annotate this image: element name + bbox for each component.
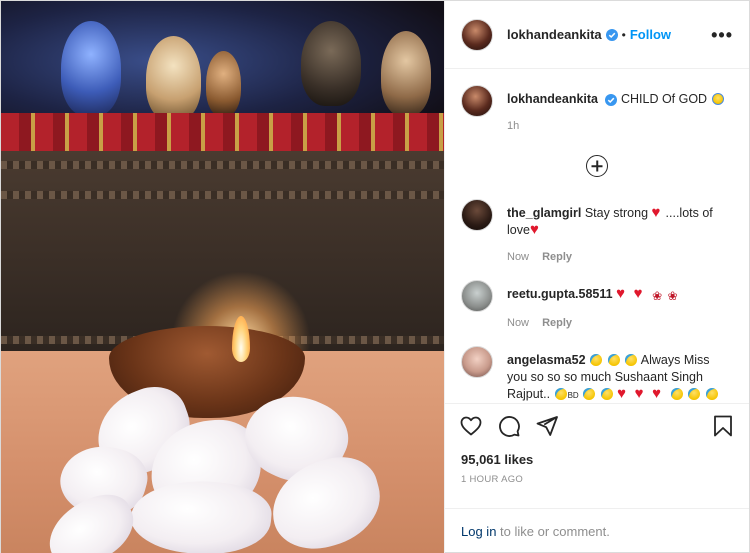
separator-dot: •: [621, 27, 626, 42]
red-heart-emoji-icon: [634, 285, 647, 302]
list-item: reetu.gupta.58511 Now Reply: [461, 280, 733, 332]
reply-button[interactable]: Reply: [542, 317, 572, 329]
likes-count[interactable]: 95,061 likes: [445, 448, 749, 470]
red-heart-emoji-icon: [616, 285, 629, 302]
post-timestamp[interactable]: 1 HOUR AGO: [445, 470, 749, 492]
smiling-face-emoji-icon: [711, 93, 724, 105]
crying-face-emoji-icon: [705, 388, 718, 400]
comment-time[interactable]: Now: [507, 317, 529, 329]
login-prompt-text: to like or comment.: [500, 524, 610, 539]
crying-face-emoji-icon: [600, 388, 613, 400]
avatar[interactable]: [461, 18, 493, 51]
red-heart-emoji-icon: [530, 221, 543, 238]
red-heart-emoji-icon: [652, 204, 665, 221]
crying-face-emoji-icon: [590, 354, 603, 366]
caption-time[interactable]: 1h: [507, 120, 519, 132]
reply-button[interactable]: Reply: [542, 251, 572, 263]
paper-plane-icon[interactable]: [535, 414, 559, 438]
caption-username[interactable]: lokhandeankita: [507, 92, 598, 106]
caption-text: CHILD Of GOD: [620, 92, 708, 106]
more-options-icon[interactable]: •••: [711, 26, 733, 44]
crying-face-emoji-icon: [607, 354, 620, 366]
login-prompt: Log in to like or comment.: [445, 508, 749, 553]
follow-button[interactable]: Follow: [630, 27, 671, 42]
action-bar: [445, 403, 749, 448]
rose-emoji-icon: [668, 288, 678, 305]
crying-face-emoji-icon: [670, 388, 683, 400]
caption: lokhandeankita CHILD Of GOD 1h: [461, 85, 733, 135]
avatar[interactable]: [461, 199, 493, 231]
heart-icon[interactable]: [459, 414, 483, 438]
crying-face-emoji-icon: [688, 388, 701, 400]
instagram-post: lokhandeankita • Follow ••• lokhandeanki…: [0, 0, 750, 553]
plus-circle-icon[interactable]: [586, 155, 608, 177]
avatar[interactable]: [461, 346, 493, 378]
red-heart-emoji-icon: [652, 385, 665, 402]
avatar[interactable]: [461, 280, 493, 312]
comment-username[interactable]: reetu.gupta.58511: [507, 287, 613, 301]
crying-face-emoji-icon: [624, 354, 637, 366]
comment-username[interactable]: the_glamgirl: [507, 206, 581, 220]
post-photo[interactable]: [1, 1, 444, 553]
list-item: angelasma52 Always Miss you so so so muc…: [461, 346, 733, 403]
list-item: the_glamgirl Stay strong ....lots of lov…: [461, 199, 733, 266]
rose-emoji-icon: [652, 288, 662, 305]
comment-icon[interactable]: [497, 414, 521, 438]
red-heart-emoji-icon: [617, 385, 630, 402]
header-username[interactable]: lokhandeankita: [507, 27, 602, 42]
load-more-comments[interactable]: [461, 155, 733, 177]
post-side-panel: lokhandeankita • Follow ••• lokhandeanki…: [444, 1, 749, 553]
bookmark-icon[interactable]: [711, 414, 735, 438]
verified-badge-icon: [605, 93, 618, 106]
verified-badge-icon: [605, 28, 618, 41]
post-header: lokhandeankita • Follow •••: [445, 1, 749, 69]
crying-face-emoji-icon: [583, 388, 596, 400]
crying-face-emoji-icon: [554, 388, 567, 400]
photo-background: [1, 1, 444, 553]
comment-text: BD: [567, 391, 579, 400]
red-heart-emoji-icon: [635, 385, 648, 402]
comments-section[interactable]: lokhandeankita CHILD Of GOD 1h the_glamg…: [445, 69, 749, 403]
comment-username[interactable]: angelasma52: [507, 353, 586, 367]
avatar[interactable]: [461, 85, 493, 117]
comment-time[interactable]: Now: [507, 251, 529, 263]
login-link[interactable]: Log in: [461, 524, 496, 539]
comment-text: Stay strong: [584, 206, 649, 220]
